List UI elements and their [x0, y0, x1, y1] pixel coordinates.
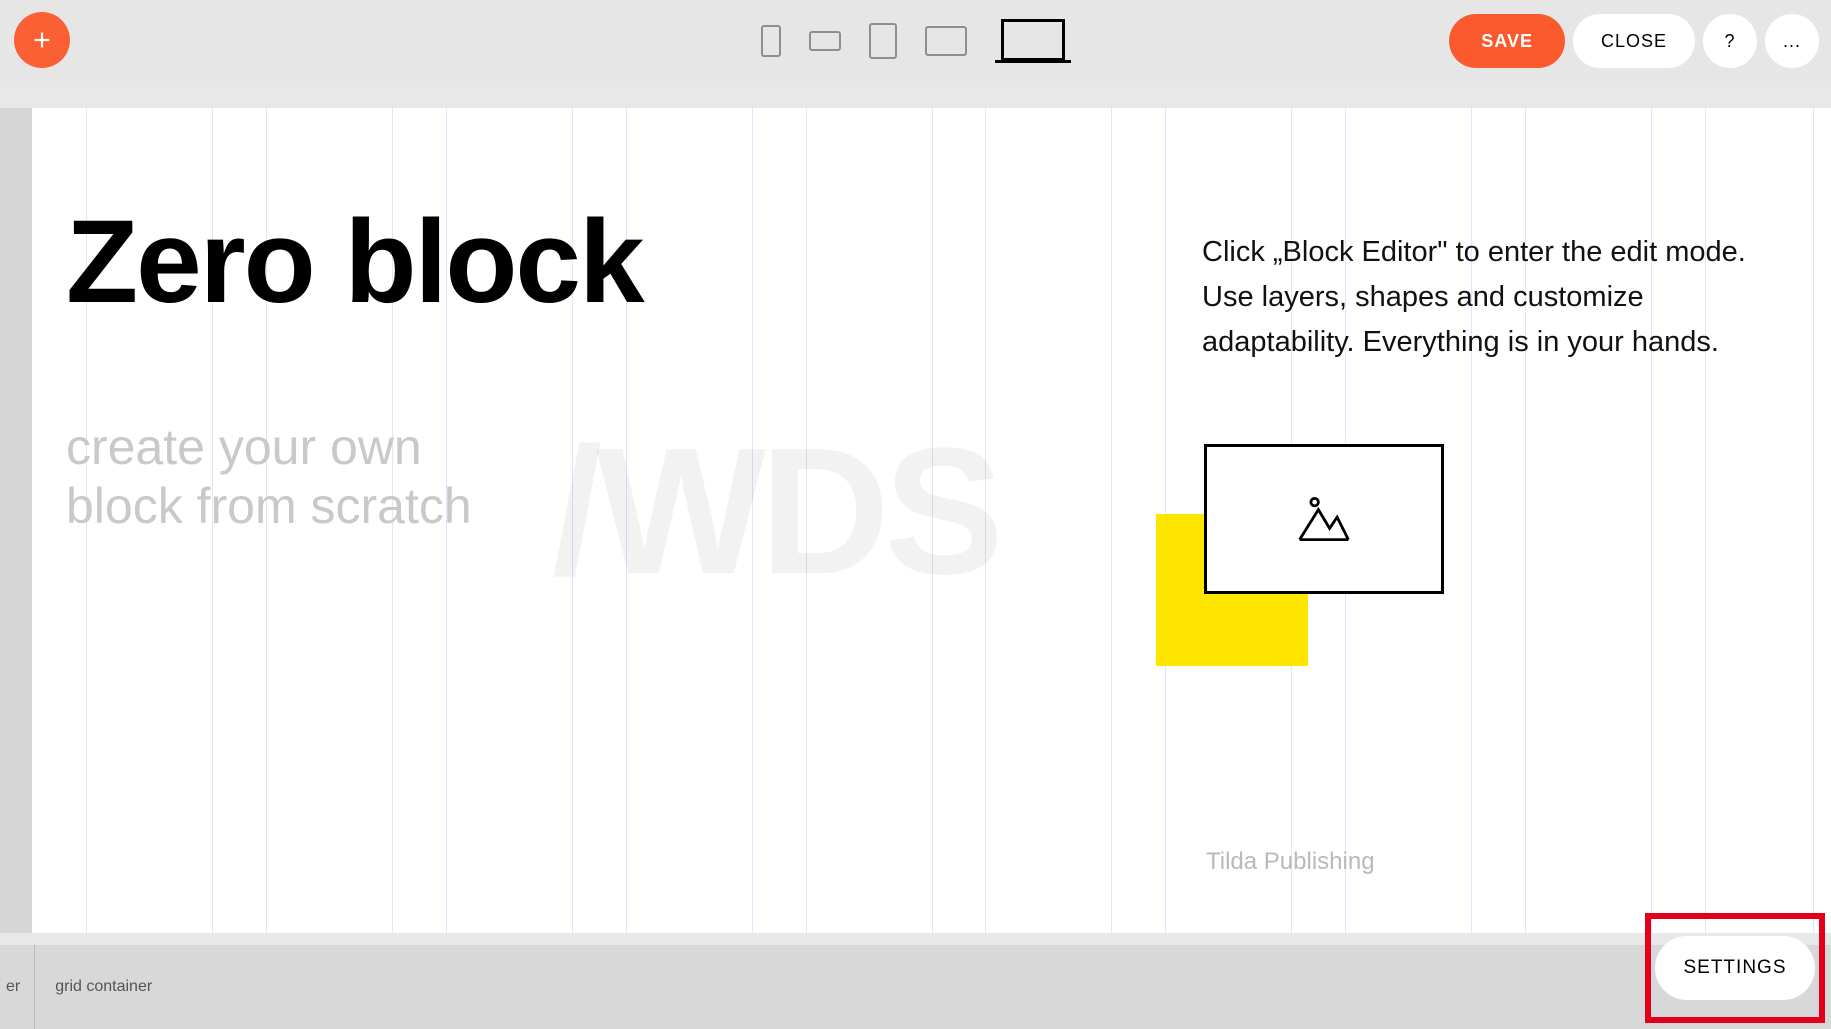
tablet-portrait-icon [869, 23, 897, 59]
device-tablet-landscape[interactable] [925, 26, 967, 56]
breadcrumb-grid-container[interactable]: grid container [35, 978, 172, 996]
bottom-breadcrumb-bar: er grid container [0, 945, 1831, 1029]
hero-subtitle-line1: create your own [66, 419, 422, 475]
top-toolbar: SAVE CLOSE ? ... [0, 0, 1831, 82]
settings-annotation-box: SETTINGS [1645, 913, 1825, 1023]
settings-button[interactable]: SETTINGS [1655, 936, 1814, 1000]
hero-subtitle-line2: block from scratch [66, 478, 472, 534]
page-shadow [0, 108, 32, 933]
device-desktop[interactable] [995, 19, 1071, 63]
image-placeholder[interactable] [1204, 444, 1444, 594]
device-tablet-portrait[interactable] [869, 23, 897, 59]
editor-canvas: /WDS Zero block create your own block fr… [0, 82, 1831, 1029]
phone-landscape-icon [809, 31, 841, 51]
watermark-text: /WDS [552, 408, 998, 615]
tablet-landscape-icon [925, 26, 967, 56]
hero-title[interactable]: Zero block [66, 203, 643, 321]
device-phone-portrait[interactable] [761, 25, 781, 57]
device-preview-switcher [761, 0, 1071, 82]
description-text[interactable]: Click „Block Editor" to enter the edit m… [1202, 230, 1762, 365]
hero-subtitle[interactable]: create your own block from scratch [66, 418, 472, 536]
help-button[interactable]: ? [1703, 14, 1757, 68]
breadcrumb-fragment[interactable]: er [0, 945, 35, 1029]
device-phone-landscape[interactable] [809, 31, 841, 51]
image-placeholder-icon [1294, 489, 1354, 549]
more-button[interactable]: ... [1765, 14, 1819, 68]
phone-icon [761, 25, 781, 57]
toolbar-right-group: SAVE CLOSE ? ... [1449, 14, 1819, 68]
add-button[interactable] [14, 12, 70, 68]
page-block[interactable]: /WDS Zero block create your own block fr… [32, 108, 1831, 933]
desktop-icon [1001, 19, 1065, 61]
plus-icon [31, 29, 53, 51]
close-button[interactable]: CLOSE [1573, 14, 1695, 68]
save-button[interactable]: SAVE [1449, 14, 1565, 68]
credit-text[interactable]: Tilda Publishing [1206, 848, 1375, 876]
